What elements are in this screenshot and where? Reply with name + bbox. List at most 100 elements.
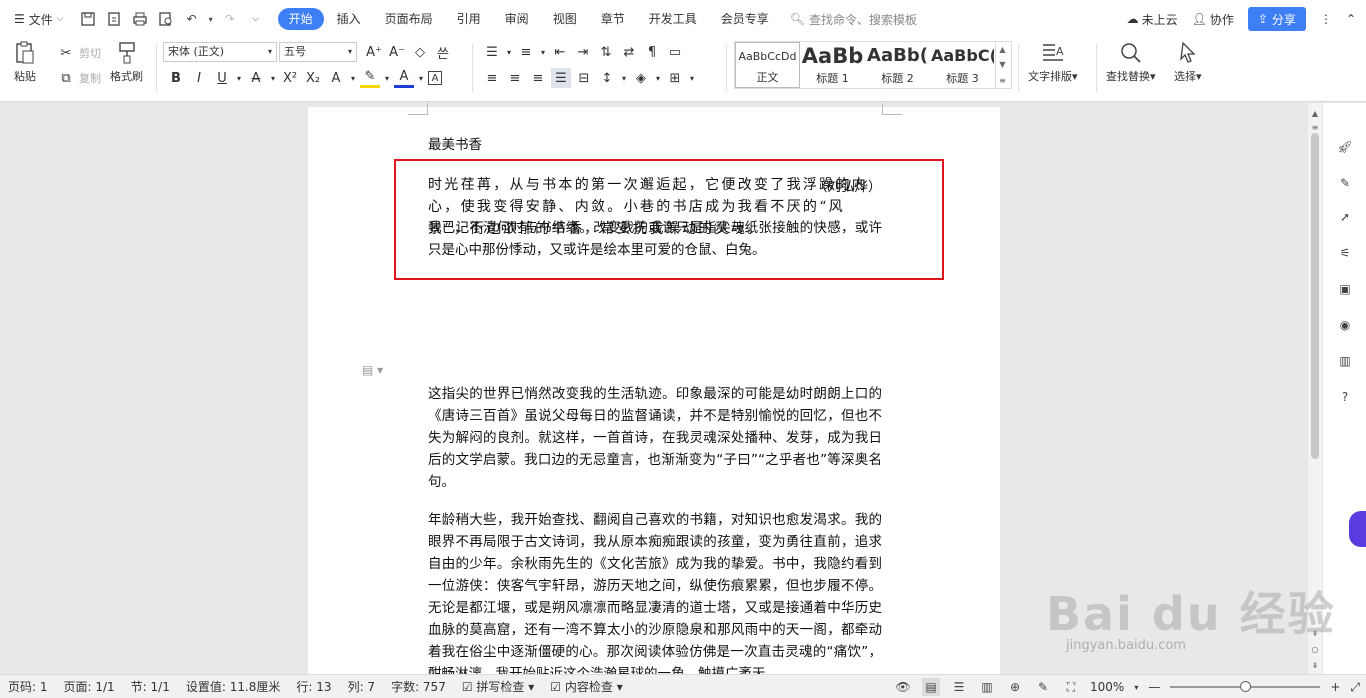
chevron-down-icon[interactable]: ▾: [349, 68, 357, 88]
underline-icon[interactable]: U: [212, 68, 232, 88]
print-preview-icon[interactable]: [154, 7, 178, 31]
copy-button[interactable]: ⧉ 复制: [56, 68, 101, 88]
web-view-icon[interactable]: ⊕: [1006, 678, 1024, 696]
cloud-status-button[interactable]: ☁ 未上云: [1127, 11, 1178, 28]
style-scroll-up-icon[interactable]: ▲: [999, 45, 1005, 54]
redo-icon[interactable]: ↷: [218, 7, 242, 31]
help-icon[interactable]: ?: [1335, 387, 1355, 407]
cursor-icon[interactable]: ➚: [1335, 207, 1355, 227]
zoom-slider[interactable]: [1170, 681, 1321, 692]
align-right-icon[interactable]: ≡: [528, 68, 548, 88]
select-button[interactable]: 选择▾: [1174, 40, 1202, 84]
style-more-icon[interactable]: ≡: [999, 76, 1006, 85]
grow-font-icon[interactable]: A⁺: [364, 42, 384, 62]
tab-chapter[interactable]: 章节: [590, 8, 636, 30]
eye-protection-icon[interactable]: 👁︎: [894, 678, 912, 696]
font-size-select[interactable]: 五号 ▾: [279, 42, 357, 62]
file-menu[interactable]: ☰ 文件 ⌵: [6, 6, 72, 32]
show-marks-icon[interactable]: ¶: [642, 42, 662, 62]
chevron-down-icon[interactable]: ▾: [417, 68, 425, 88]
share-button[interactable]: ⇪ 分享: [1247, 7, 1306, 31]
tab-page-layout[interactable]: 页面布局: [374, 8, 444, 30]
print-icon[interactable]: [128, 7, 152, 31]
pen-icon[interactable]: ✎: [1335, 173, 1355, 193]
undo-icon[interactable]: ↶: [180, 7, 204, 31]
status-pages[interactable]: 页面: 1/1: [56, 678, 123, 695]
tab-developer[interactable]: 开发工具: [638, 8, 708, 30]
text-effect-icon[interactable]: A: [326, 68, 346, 88]
rocket-icon[interactable]: 🚀︎: [1335, 137, 1355, 157]
text-layout-button[interactable]: A 文字排版▾: [1028, 40, 1078, 84]
tab-home[interactable]: 开始: [277, 8, 324, 30]
clear-format-icon[interactable]: ◇: [410, 42, 430, 62]
style-heading-1[interactable]: AaBb 标题 1: [800, 42, 865, 88]
decrease-indent-icon[interactable]: ⇤: [550, 42, 570, 62]
book-icon[interactable]: ▥: [1335, 351, 1355, 371]
zoom-in-icon[interactable]: +: [1330, 680, 1340, 694]
zoom-dropdown-icon[interactable]: ▾: [1134, 683, 1138, 692]
fullscreen-icon[interactable]: ⤢: [1350, 680, 1360, 695]
quick-access-dropdown-icon[interactable]: ⌵: [244, 7, 268, 31]
style-heading-2[interactable]: AaBb( 标题 2: [865, 42, 930, 88]
collapse-ribbon-icon[interactable]: ⌃: [1346, 12, 1356, 26]
command-search[interactable]: 🔍︎ 查找命令、搜索模板: [790, 11, 917, 28]
sort-icon[interactable]: ⇅: [596, 42, 616, 62]
increase-indent-icon[interactable]: ⇥: [573, 42, 593, 62]
settings-sliders-icon[interactable]: ⚟: [1335, 243, 1355, 263]
fit-page-icon[interactable]: ⛶: [1062, 678, 1080, 696]
status-setting[interactable]: 设置值: 11.8厘米: [178, 678, 289, 695]
zoom-level[interactable]: 100%: [1090, 680, 1124, 694]
align-left-icon[interactable]: ≡: [482, 68, 502, 88]
collaborate-button[interactable]: 👤︎ 协作: [1192, 11, 1234, 28]
write-mode-icon[interactable]: ✎: [1034, 678, 1052, 696]
bullets-icon[interactable]: ☰: [482, 42, 502, 62]
shading-icon[interactable]: ◈: [631, 68, 651, 88]
more-options-icon[interactable]: ⋮: [1320, 12, 1332, 26]
format-painter-button[interactable]: 格式刷: [110, 40, 143, 84]
paste-button[interactable]: 粘贴: [12, 40, 38, 84]
chevron-down-icon[interactable]: ▾: [539, 42, 547, 62]
chevron-down-icon[interactable]: ▾: [505, 42, 513, 62]
ruler-icon[interactable]: ▭: [665, 42, 685, 62]
tab-insert[interactable]: 插入: [326, 8, 372, 30]
find-replace-button[interactable]: 查找替换▾: [1106, 40, 1156, 84]
subscript-icon[interactable]: X₂: [303, 68, 323, 88]
next-page-icon[interactable]: ⇟: [1308, 659, 1322, 673]
status-line[interactable]: 行: 13: [288, 678, 339, 695]
content-check-button[interactable]: ☑ 内容检查 ▾: [542, 678, 630, 695]
chevron-down-icon[interactable]: ▾: [235, 68, 243, 88]
tab-member[interactable]: 会员专享: [710, 8, 780, 30]
superscript-icon[interactable]: X²: [280, 68, 300, 88]
line-spacing-icon[interactable]: ↕: [597, 68, 617, 88]
image-icon[interactable]: ▣: [1335, 279, 1355, 299]
tab-view[interactable]: 视图: [542, 8, 588, 30]
zoom-slider-knob[interactable]: [1240, 681, 1252, 692]
numbering-icon[interactable]: ≡: [516, 42, 536, 62]
style-scroll-down-icon[interactable]: ▼: [999, 60, 1005, 69]
shrink-font-icon[interactable]: A⁻: [387, 42, 407, 62]
distributed-align-icon[interactable]: ⊟: [574, 68, 594, 88]
bold-icon[interactable]: B: [166, 68, 186, 88]
assistant-tab[interactable]: [1349, 511, 1366, 547]
justify-icon[interactable]: ☰: [551, 68, 571, 88]
font-color-icon[interactable]: A: [394, 68, 414, 88]
browse-object-icon[interactable]: ○: [1308, 643, 1322, 657]
style-heading-3[interactable]: AaBbC( 标题 3: [930, 42, 995, 88]
spell-check-button[interactable]: ☑ 拼写检查 ▾: [454, 678, 542, 695]
reading-view-icon[interactable]: ▥: [978, 678, 996, 696]
save-icon[interactable]: [76, 7, 100, 31]
status-section[interactable]: 节: 1/1: [123, 678, 178, 695]
paragraph-layout-icon[interactable]: ▤ ▾: [362, 363, 383, 377]
scroll-up-icon[interactable]: ▲: [1308, 107, 1322, 121]
style-normal[interactable]: AaBbCcDd 正文: [735, 42, 800, 88]
italic-icon[interactable]: I: [189, 68, 209, 88]
font-name-select[interactable]: 宋体 (正文) ▾: [163, 42, 277, 62]
outline-view-icon[interactable]: ☰: [950, 678, 968, 696]
chevron-down-icon[interactable]: ▾: [620, 68, 628, 88]
status-word-count[interactable]: 字数: 757: [383, 678, 454, 695]
text-direction-icon[interactable]: ⇄: [619, 42, 639, 62]
character-border-icon[interactable]: A: [428, 71, 442, 85]
phonetic-guide-icon[interactable]: 쓴: [433, 42, 453, 62]
export-pdf-icon[interactable]: [102, 7, 126, 31]
cut-button[interactable]: ✂ 剪切: [56, 43, 101, 63]
